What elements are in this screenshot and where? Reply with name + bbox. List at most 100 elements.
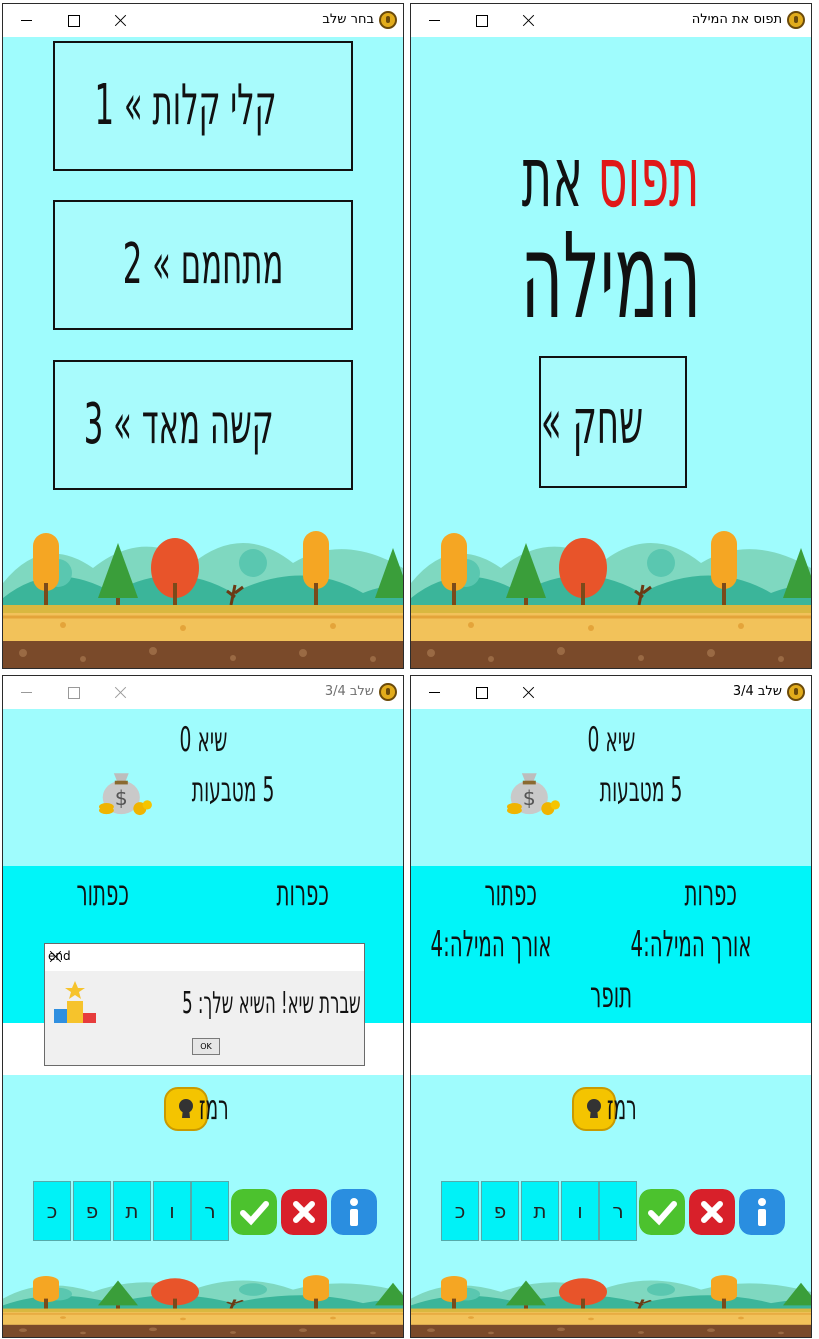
hint-label: רמז [607,1088,637,1128]
letter-text: כ [454,1199,466,1223]
found-word: כפתור [13,873,193,914]
play-label: שחק » [540,385,644,458]
found-word: כפתור [421,873,601,914]
coins-display: 5 מטבעות [411,764,811,820]
letter-tile[interactable]: ר [191,1181,229,1241]
game-window: שלב 3/4 שיא 0 5 מטבעות כפרות כפתור אורך … [410,675,812,1338]
dialog-message-text: שברת שיא! השיא שלך: 5 [182,986,361,1021]
hint-label: רמז [199,1088,229,1128]
coins-text: 5 מטבעות [192,770,275,810]
found-word-text: כפרות [276,873,330,914]
found-word: כפרות [213,873,393,914]
letter-text: ת [533,1199,547,1223]
found-word-text: כפתור [484,873,538,914]
app-logo-icon [379,683,397,701]
titlebar: שלב 3/4 [3,676,403,709]
level-3-label: קשה מאד » 3 [83,392,274,457]
minimize-button[interactable] [411,676,457,709]
record-text: שיא 0 [587,720,635,760]
check-icon[interactable] [231,1189,277,1235]
title-word-line2: המילה [520,207,702,345]
scenery-image [3,1273,403,1337]
word-length-text: אורך המילה:4 [630,924,752,965]
game-window-inactive: שלב 3/4 שיא 0 5 מטבעות כפרות כפתור רמז כ… [2,675,404,1338]
found-word: תופר [521,975,701,1016]
coins-display: 5 מטבעות [3,764,403,820]
word-length-text: אורך המילה:4 [430,924,552,965]
record-label: שיא 0 [3,720,403,764]
maximize-button[interactable] [458,676,504,709]
letter-tile[interactable]: ו [153,1181,191,1241]
window-title: שלב 3/4 [324,684,374,699]
letter-text: פ [493,1199,507,1223]
window-title: תפוס את המילה [691,12,782,27]
close-button[interactable] [97,676,143,709]
found-word-text: תופר [590,975,632,1016]
start-window: תפוס את המילה תפוס את המילה שחק » [410,3,812,669]
letter-text: ת [125,1199,139,1223]
titlebar: שלב 3/4 [411,676,811,709]
letter-tile[interactable]: כ [33,1181,71,1241]
info-icon[interactable] [739,1189,785,1235]
close-button[interactable] [505,676,551,709]
app-logo-icon [379,11,397,29]
maximize-button[interactable] [50,4,96,37]
window-title: שלב 3/4 [732,684,782,699]
coin-bag-icon [99,773,153,816]
letter-tile[interactable]: ו [561,1181,599,1241]
letter-text: פ [85,1199,99,1223]
letter-text: ר [204,1199,216,1223]
level-2-label: מתחמם » 2 [122,232,284,297]
found-word-text: כפתור [76,873,130,914]
minimize-button[interactable] [3,4,49,37]
record-text: שיא 0 [179,720,227,760]
cross-icon[interactable] [281,1189,327,1235]
hint-row: רמז [3,1086,403,1136]
window-title: בחר שלב [322,12,374,27]
close-button[interactable] [505,4,551,37]
word-length-hint: אורך המילה:4 [621,924,801,965]
level-2-button[interactable]: מתחמם » 2 [53,200,353,330]
close-button[interactable] [97,4,143,37]
minimize-button[interactable] [411,4,457,37]
check-icon[interactable] [639,1189,685,1235]
dialog-message: שברת שיא! השיא שלך: 5 [101,986,361,1026]
app-logo-icon [787,11,805,29]
cross-icon[interactable] [689,1189,735,1235]
maximize-button[interactable] [458,4,504,37]
found-word: כפרות [621,873,801,914]
minimize-button[interactable] [3,676,49,709]
ok-button[interactable]: OK [192,1038,220,1055]
play-button[interactable]: שחק » [539,356,687,488]
letter-tile[interactable]: ת [113,1181,151,1241]
scenery-image [411,1273,811,1337]
level-select-window: בחר שלב קלי קלות » 1 מתחמם » 2 קשה מאד »… [2,3,404,669]
game-title-line2: המילה [411,216,811,336]
end-dialog: end שברת שיא! השיא שלך: 5 OK [44,943,365,1066]
titlebar: תפוס את המילה [411,4,811,37]
letter-tile[interactable]: ר [599,1181,637,1241]
letter-text: ו [577,1199,583,1223]
letter-text: ר [612,1199,624,1223]
letter-text: כ [46,1199,58,1223]
info-icon[interactable] [331,1189,377,1235]
dialog-titlebar: end [45,944,364,971]
maximize-button[interactable] [50,676,96,709]
level-1-label: קלי קלות » 1 [94,73,277,138]
scenery-image [3,529,403,668]
letter-tile[interactable]: כ [441,1181,479,1241]
letter-tile[interactable]: פ [73,1181,111,1241]
letter-tile[interactable]: פ [481,1181,519,1241]
letter-text: ו [169,1199,175,1223]
found-word-text: כפרות [684,873,738,914]
scenery-image [411,529,811,668]
coin-bag-icon [507,773,561,816]
word-length-hint: אורך המילה:4 [421,924,601,965]
level-3-button[interactable]: קשה מאד » 3 [53,360,353,490]
coins-text: 5 מטבעות [600,770,683,810]
input-area [411,1023,811,1075]
hint-row: רמז [411,1086,811,1136]
level-1-button[interactable]: קלי קלות » 1 [53,41,353,171]
dialog-close-button[interactable] [48,949,62,963]
letter-tile[interactable]: ת [521,1181,559,1241]
